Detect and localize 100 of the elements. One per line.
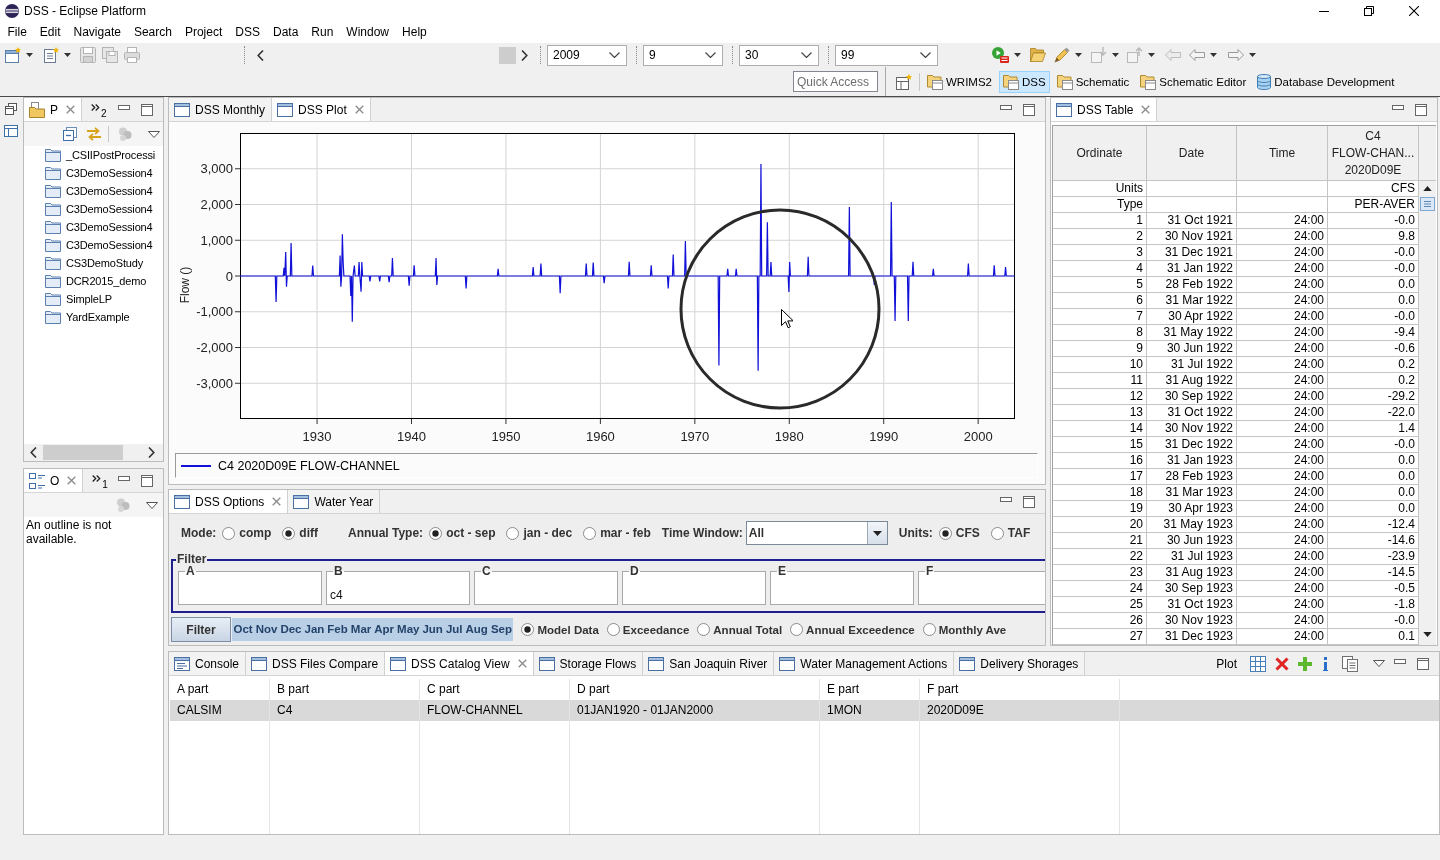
tree-item[interactable]: C3DemoSession4 xyxy=(24,200,163,218)
month-item[interactable]: Aug xyxy=(464,618,490,641)
tree-item[interactable]: YardExample xyxy=(24,308,163,326)
quick-access-field[interactable]: Quick Access xyxy=(793,71,878,92)
perspective-button[interactable]: Schematic Editor xyxy=(1136,70,1251,93)
caret-icon[interactable] xyxy=(64,53,71,57)
folder-icon[interactable] xyxy=(1030,48,1046,62)
tab[interactable]: DSS Catalog View xyxy=(385,652,534,675)
close-icon[interactable] xyxy=(1408,6,1419,16)
month-item[interactable]: Jun xyxy=(420,618,445,641)
x-mark-icon[interactable] xyxy=(1275,656,1289,671)
menu-item[interactable]: Help xyxy=(395,22,434,43)
radio-button[interactable] xyxy=(922,623,936,636)
caret-icon[interactable] xyxy=(1249,53,1256,57)
radio-button[interactable] xyxy=(990,526,1004,540)
chevron-double-icon[interactable] xyxy=(92,475,102,482)
month-item[interactable]: Jul xyxy=(444,618,464,641)
play-icon[interactable] xyxy=(992,47,1009,63)
chevron-left-icon[interactable] xyxy=(257,49,264,61)
radio-button[interactable] xyxy=(583,526,597,540)
radio-button[interactable] xyxy=(282,526,296,540)
documents-icon[interactable] xyxy=(1342,655,1358,672)
caret-icon[interactable] xyxy=(1210,53,1217,57)
month-item[interactable]: Feb xyxy=(325,618,350,641)
combo-box[interactable]: All xyxy=(745,521,888,545)
tab[interactable]: O xyxy=(24,469,84,492)
menu-item[interactable]: Project xyxy=(178,22,229,43)
caret-icon[interactable] xyxy=(1014,53,1021,57)
pencil-icon[interactable] xyxy=(1054,47,1070,63)
window-icon[interactable] xyxy=(4,124,18,138)
menu-item[interactable]: Search xyxy=(127,22,179,43)
menu-item[interactable]: DSS xyxy=(228,22,267,43)
maximize-icon[interactable] xyxy=(141,474,153,487)
table-row[interactable]: CALSIM C4 FLOW-CHANNEL 01JAN1920 - 01JAN2000 1MON 2020D09E xyxy=(170,700,1439,721)
tab[interactable]: DSS Options xyxy=(169,490,289,513)
menu-item[interactable]: Run xyxy=(304,22,340,43)
radio-button[interactable] xyxy=(429,526,443,540)
month-item[interactable]: Jan xyxy=(303,618,326,641)
month-item[interactable]: Apr xyxy=(372,618,396,641)
tab[interactable]: DSS Plot xyxy=(272,98,371,121)
tab[interactable]: DSS Table xyxy=(1051,98,1158,121)
month-item[interactable]: Dec xyxy=(278,618,303,641)
maximize-icon[interactable] xyxy=(1417,657,1429,670)
combo-box[interactable]: 9 xyxy=(643,44,723,66)
restore-icon[interactable] xyxy=(5,103,17,115)
radio-button[interactable] xyxy=(222,526,236,540)
caret-icon[interactable] xyxy=(1112,53,1119,57)
minus-squares-icon[interactable] xyxy=(63,127,77,141)
tree-item[interactable]: C3DemoSession4 xyxy=(24,218,163,236)
info-icon[interactable] xyxy=(1323,656,1328,671)
radio-button[interactable] xyxy=(521,623,535,636)
combo-box[interactable]: 30 xyxy=(739,44,819,66)
radio-button[interactable] xyxy=(506,526,520,540)
minimize-icon[interactable] xyxy=(1318,10,1329,12)
chevron-double-icon[interactable] xyxy=(91,104,100,111)
perspective-button[interactable]: Database Development xyxy=(1253,70,1399,93)
perspective-button[interactable]: WRIMS2 xyxy=(923,70,996,93)
menu-item[interactable]: Edit xyxy=(33,22,68,43)
tree-item[interactable]: CS3DemoStudy xyxy=(24,254,163,272)
menu-item[interactable]: File xyxy=(1,22,34,43)
filter-button[interactable]: Filter xyxy=(171,617,231,642)
maximize-icon[interactable] xyxy=(1415,103,1427,116)
menu-triangle-icon[interactable] xyxy=(146,501,158,509)
caret-icon[interactable] xyxy=(26,53,33,57)
month-item[interactable]: May xyxy=(395,618,421,641)
back-arrow-icon[interactable] xyxy=(1189,49,1205,61)
radio-button[interactable] xyxy=(606,623,620,636)
tree-item[interactable]: C3DemoSession4 xyxy=(24,236,163,254)
caret-icon[interactable] xyxy=(1075,53,1082,57)
menu-triangle-icon[interactable] xyxy=(148,130,160,138)
month-item[interactable]: Nov xyxy=(254,618,279,641)
chevron-right-icon[interactable] xyxy=(521,49,528,61)
maximize-icon[interactable] xyxy=(1023,495,1035,508)
combo-box[interactable]: 2009 xyxy=(547,44,627,66)
maximize-icon[interactable] xyxy=(1023,103,1035,116)
scrollbar-thumb[interactable] xyxy=(1420,197,1435,211)
tree-item[interactable]: _CSIIPostProcessi xyxy=(24,146,163,164)
month-item[interactable]: Mar xyxy=(349,618,373,641)
combo-box[interactable]: 99 xyxy=(835,44,938,66)
perspective-button[interactable]: DSS xyxy=(999,70,1050,93)
caret-icon[interactable] xyxy=(1148,53,1155,57)
scroll-up-icon[interactable] xyxy=(1423,186,1432,191)
menu-item[interactable]: Data xyxy=(266,22,305,43)
chevron-left-icon[interactable] xyxy=(30,447,37,458)
maximize-icon[interactable] xyxy=(141,103,153,116)
tree-item[interactable]: C3DemoSession4 xyxy=(24,182,163,200)
perspective-button[interactable]: Schematic xyxy=(1052,70,1134,93)
radio-button[interactable] xyxy=(938,526,952,540)
menu-item[interactable]: Navigate xyxy=(67,22,128,43)
scrollbar-thumb[interactable] xyxy=(499,46,516,64)
scroll-down-icon[interactable] xyxy=(1423,632,1432,637)
tree-item[interactable]: SimpleLP xyxy=(24,290,163,308)
month-item[interactable]: Oct xyxy=(232,618,255,641)
radio-button[interactable] xyxy=(697,623,711,636)
tab[interactable]: P xyxy=(24,98,82,121)
tree-item[interactable]: C3DemoSession4 xyxy=(24,164,163,182)
menu-item[interactable]: Window xyxy=(339,22,396,43)
chevron-right-icon[interactable] xyxy=(148,447,155,458)
menu-triangle-icon[interactable] xyxy=(1373,660,1385,667)
month-item[interactable]: Sep xyxy=(489,618,514,641)
